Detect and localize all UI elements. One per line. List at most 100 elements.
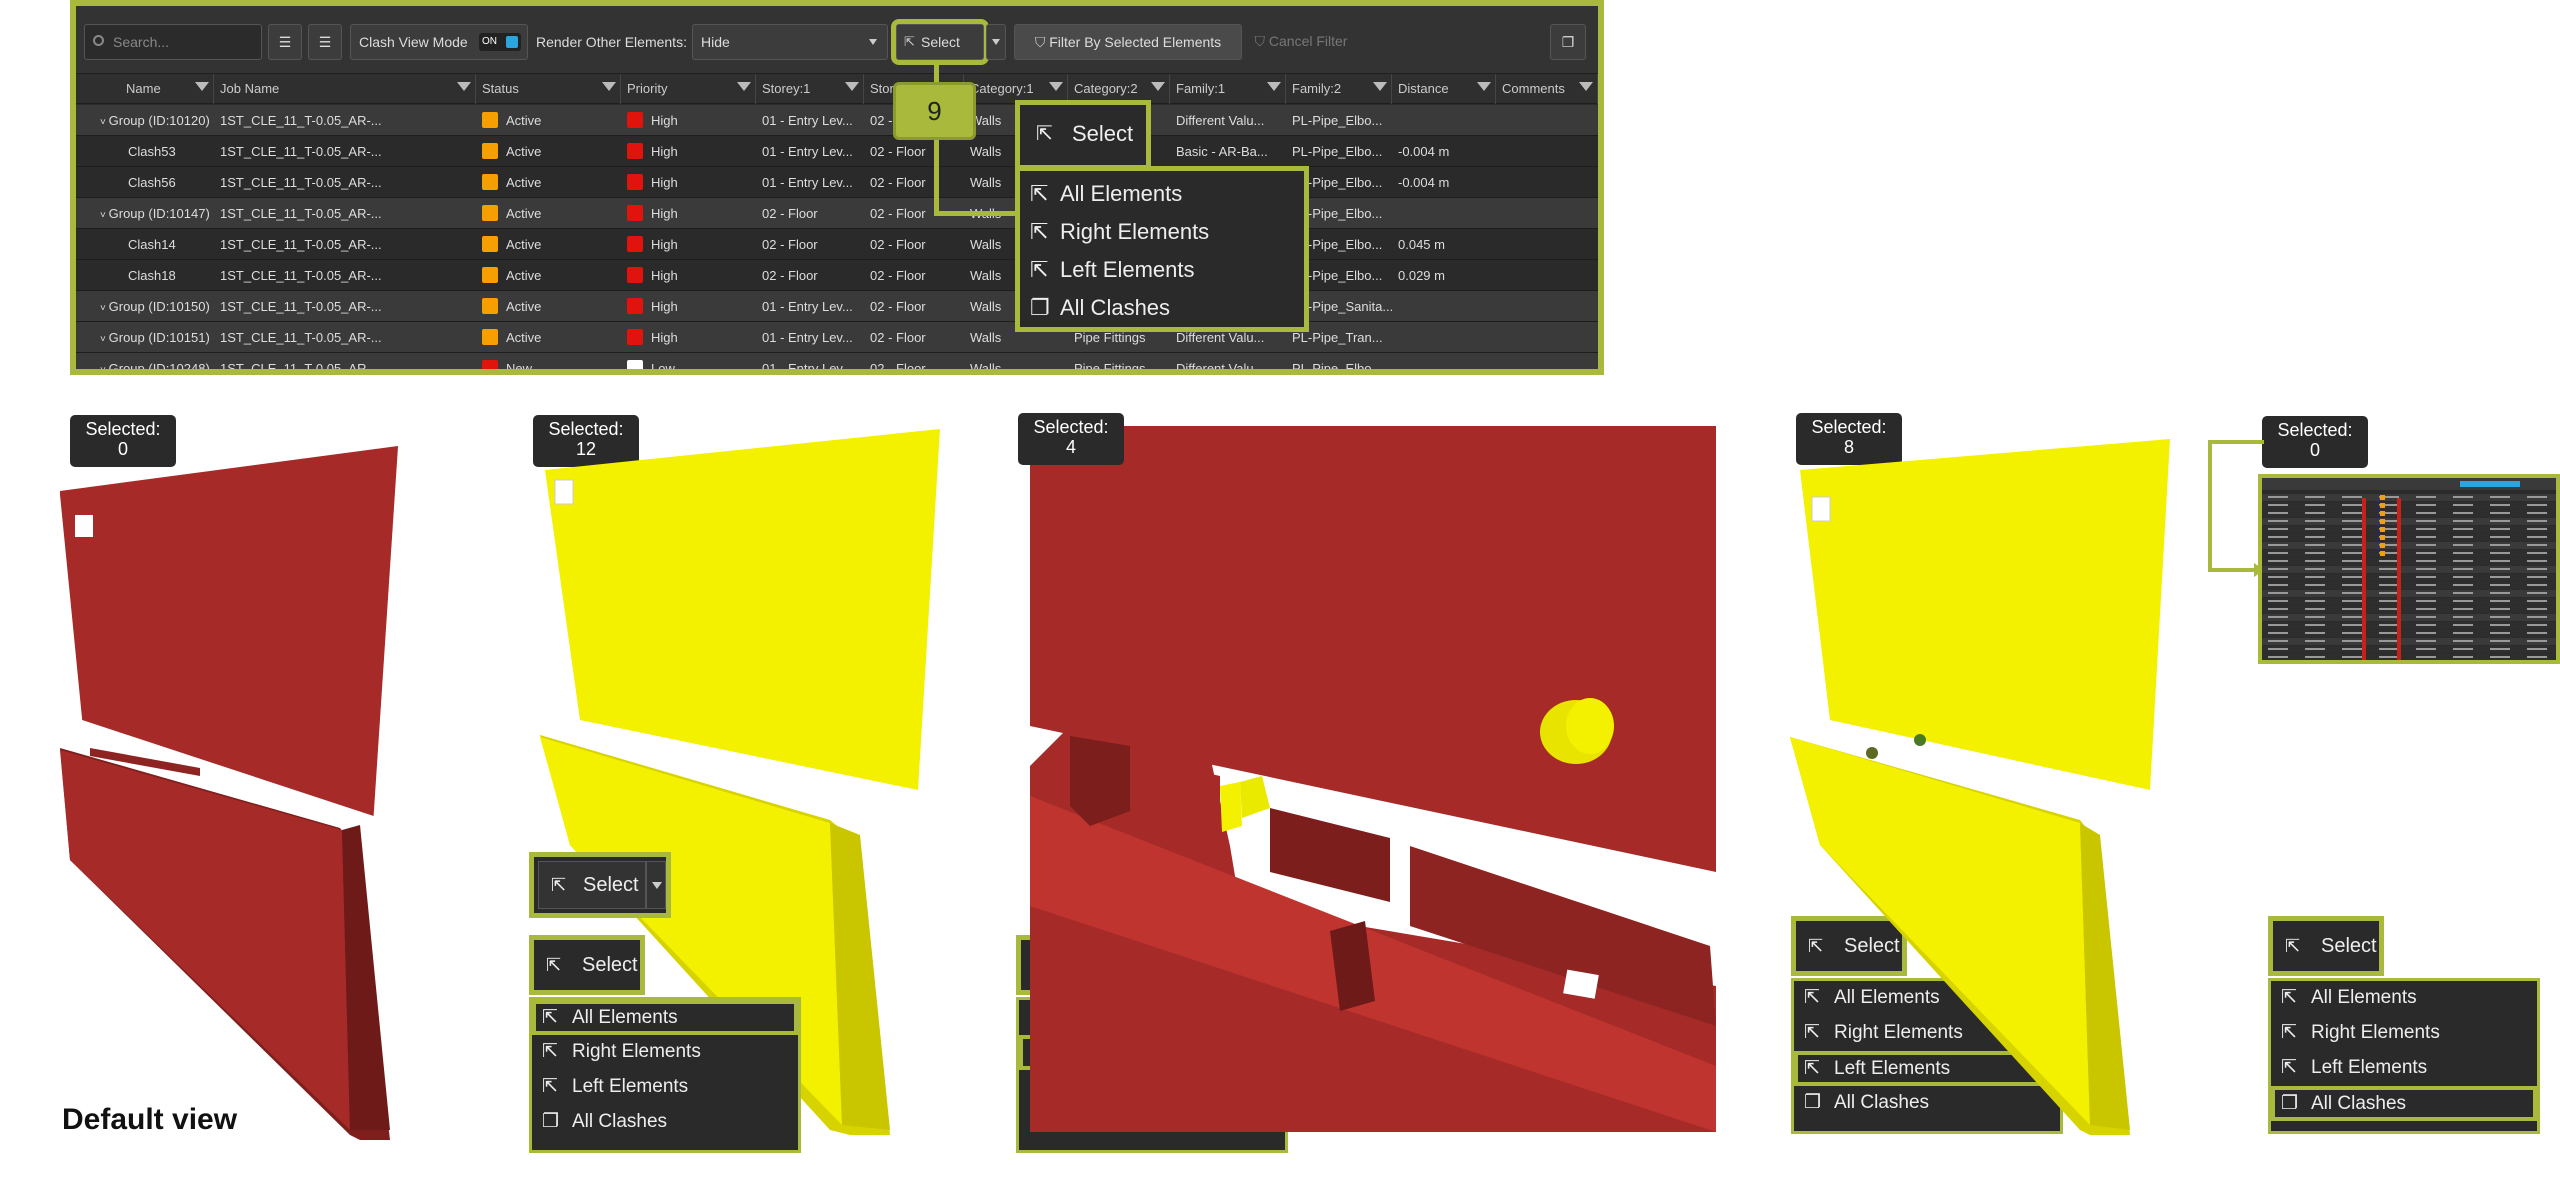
table-row[interactable]: ˅ Group (ID:10151) - Right 1ST_CLE_11_T-0…: [76, 322, 1598, 353]
thumbnail-text: [2416, 600, 2436, 602]
table-row[interactable]: ˅ Group (ID:10147) - Right 1ST_CLE_11_T-0…: [76, 198, 1598, 229]
expand-chevron-icon[interactable]: ˅: [100, 210, 109, 221]
cell-text: Walls: [970, 361, 1002, 375]
thumbnail-text: [2305, 520, 2325, 522]
expand-chevron-icon[interactable]: ˅: [100, 303, 109, 314]
grid-header: NameJob NameStatusPriorityStorey:1Storey…: [76, 74, 1598, 104]
thumbnail-text: [2305, 584, 2325, 586]
render-other-select[interactable]: Hide: [692, 24, 888, 60]
filter-icon[interactable]: [1579, 82, 1593, 91]
table-cell: Walls: [964, 353, 1068, 375]
table-row[interactable]: ˅ Group (ID:10120) - Right 1ST_CLE_11_T-0…: [76, 105, 1598, 136]
thumbnail-text: [2453, 552, 2473, 554]
thumbnail-text: [2342, 592, 2362, 594]
collapse-all-button[interactable]: ☰: [308, 24, 342, 60]
column-header[interactable]: Job Name: [214, 74, 476, 104]
column-header[interactable]: Name: [76, 74, 214, 104]
thumbnail-text: [2453, 576, 2473, 578]
menu-item-all-elements[interactable]: ⇱ All Elements: [1030, 181, 1182, 207]
table-row[interactable]: Clash53 1ST_CLE_11_T-0.05_AR-... Active Hig…: [76, 136, 1598, 167]
select-menu-head[interactable]: ⇱ Select: [2268, 916, 2384, 976]
filter-icon[interactable]: [1049, 82, 1063, 91]
cancel-filter-button[interactable]: ⛉ Cancel Filter: [1236, 24, 1366, 60]
select-menu-head[interactable]: ⇱ Select: [1015, 100, 1151, 170]
clash-view-mode-toggle[interactable]: ON: [479, 33, 521, 51]
thumbnail-text: [2527, 536, 2547, 538]
table-cell: 01 - Entry Lev...: [756, 322, 864, 353]
filter-icon[interactable]: [737, 82, 751, 91]
cell-text: High: [651, 206, 678, 221]
cell-text: High: [651, 237, 678, 252]
expand-chevron-icon[interactable]: ˅: [100, 365, 109, 369]
filter-icon[interactable]: [1477, 82, 1491, 91]
column-header[interactable]: Comments: [1496, 74, 1598, 104]
menu-item-label: Right Elements: [572, 1041, 701, 1062]
thumbnail-text: [2305, 600, 2325, 602]
menu-item-right-elements[interactable]: ⇱ Right Elements: [1030, 219, 1209, 245]
table-row[interactable]: ˅ Group (ID:10248) - Right 1ST_CLE_11_T-0…: [76, 353, 1598, 375]
thumbnail-text: [2490, 544, 2510, 546]
table-cell: ˅ Group (ID:10150) - Right: [76, 291, 214, 322]
menu-item[interactable]: ⇱ Left Elements: [532, 1070, 798, 1105]
filter-selected-button[interactable]: ⛉ Filter By Selected Elements: [1014, 24, 1242, 60]
filter-icon[interactable]: [1151, 82, 1165, 91]
select-split-button-highlight: ⇱ Select: [529, 852, 671, 918]
filter-icon[interactable]: [845, 82, 859, 91]
expand-chevron-icon[interactable]: ˅: [100, 334, 109, 345]
menu-item[interactable]: ⇱ Right Elements: [532, 1035, 798, 1070]
table-row[interactable]: Clash56 1ST_CLE_11_T-0.05_AR-... Active Hig…: [76, 167, 1598, 198]
search-icon: [93, 35, 104, 46]
column-header[interactable]: Priority: [621, 74, 756, 104]
table-cell: 02 - Floor: [756, 229, 864, 260]
cell-text: Group (ID:10147) - Right: [108, 206, 214, 221]
filter-icon[interactable]: [457, 82, 471, 91]
thumbnail-text: [2453, 656, 2473, 658]
table-cell: Active: [476, 136, 621, 167]
menu-item[interactable]: ⇱ All Elements: [532, 1000, 798, 1035]
table-cell: Low: [621, 353, 756, 369]
table-cell: Different Valu...: [1170, 353, 1286, 369]
column-header[interactable]: Status: [476, 74, 621, 104]
expand-all-button[interactable]: ☰: [268, 24, 302, 60]
filter-icon[interactable]: [1373, 82, 1387, 91]
expand-chevron-icon[interactable]: ˅: [100, 117, 109, 128]
column-header[interactable]: Distance: [1392, 74, 1496, 104]
thumbnail-text: [2416, 624, 2436, 626]
menu-item[interactable]: ⇱ Right Elements: [2271, 1016, 2537, 1051]
table-cell: 02 - Floor: [756, 198, 864, 229]
select-menu-head-label: Select: [582, 954, 638, 976]
cell-text: Clash56: [128, 175, 176, 190]
filter-icon[interactable]: [1267, 82, 1281, 91]
filter-icon[interactable]: [602, 82, 616, 91]
select-menu-head[interactable]: ⇱ Select: [529, 935, 645, 995]
cell-text: 02 - Floor: [870, 175, 926, 190]
menu-item[interactable]: ❐ All Clashes: [2271, 1086, 2537, 1121]
select-button[interactable]: ⇱ Select: [891, 19, 989, 65]
window-toggle-button[interactable]: ❐: [1550, 24, 1586, 60]
filter-icon[interactable]: [195, 82, 209, 91]
menu-item[interactable]: ❐ All Clashes: [532, 1105, 798, 1140]
table-row[interactable]: Clash18 1ST_CLE_11_T-0.05_AR-... Active Hig…: [76, 260, 1598, 291]
thumbnail-text: [2416, 568, 2436, 570]
table-cell: High: [621, 198, 756, 229]
menu-item[interactable]: ⇱ All Elements: [2271, 981, 2537, 1016]
thumbnail-text: [2342, 520, 2362, 522]
cursor-left-icon: ⇱: [1030, 257, 1049, 282]
menu-item-all-clashes[interactable]: ❐ All Clashes: [1030, 295, 1170, 321]
table-row[interactable]: Clash14 1ST_CLE_11_T-0.05_AR-... Active Hig…: [76, 229, 1598, 260]
menu-item[interactable]: ⇱ Left Elements: [2271, 1051, 2537, 1086]
search-input[interactable]: Search...: [84, 24, 262, 60]
menu-item-left-elements[interactable]: ⇱ Left Elements: [1030, 257, 1195, 283]
funnel-icon: ⛉: [1034, 34, 1050, 50]
table-row[interactable]: ˅ Group (ID:10150) - Right 1ST_CLE_11_T-0…: [76, 291, 1598, 322]
thumbnail-text: [2268, 640, 2288, 642]
select-dropdown-toggle[interactable]: [646, 861, 666, 909]
thumbnail-text: [2453, 616, 2473, 618]
select-dropdown-toggle[interactable]: [986, 24, 1006, 60]
column-header-label: Name: [126, 81, 161, 96]
table-cell: Active: [476, 260, 621, 291]
select-button[interactable]: ⇱ Select: [538, 861, 646, 909]
thumbnail-text: [2379, 600, 2399, 602]
thumbnail-text: [2305, 624, 2325, 626]
column-header[interactable]: Storey:1: [756, 74, 864, 104]
